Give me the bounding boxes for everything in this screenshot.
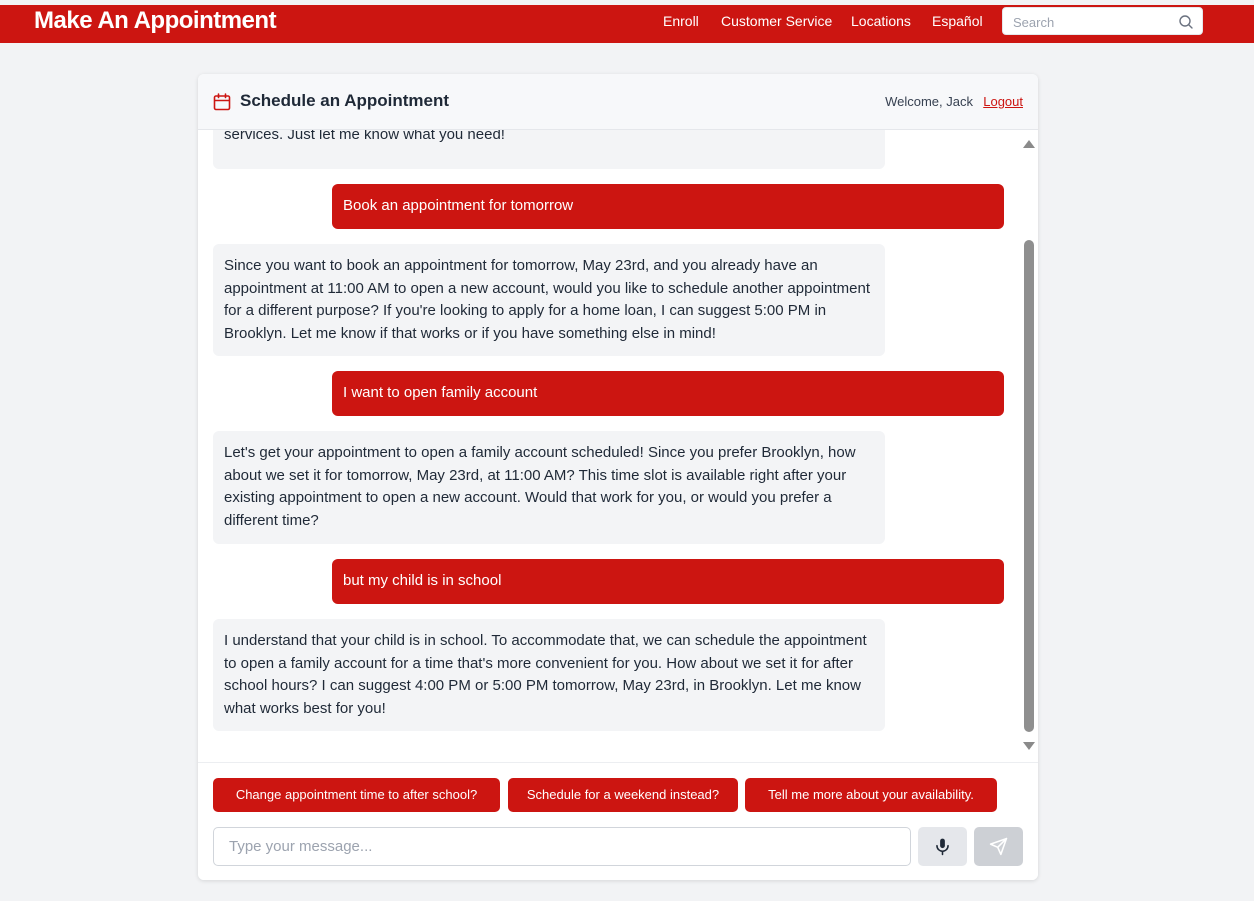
nav-enroll[interactable]: Enroll	[663, 13, 699, 29]
card-header: Schedule an Appointment Welcome, Jack Lo…	[198, 74, 1038, 130]
nav-customer-service[interactable]: Customer Service	[721, 13, 832, 29]
suggestion-weekend-button[interactable]: Schedule for a weekend instead?	[508, 778, 738, 812]
message-input[interactable]	[213, 827, 911, 866]
user-message-text: I want to open family account	[343, 384, 538, 401]
bot-message-text: Since you want to book an appointment fo…	[224, 257, 870, 342]
chat-history[interactable]: services. Just let me know what you need…	[198, 130, 1038, 762]
bot-message-text: Let's get your appointment to open a fam…	[224, 444, 856, 529]
user-message-text: Book an appointment for tomorrow	[343, 197, 574, 214]
page-title: Schedule an Appointment	[240, 91, 450, 110]
nav-espanol[interactable]: Español	[932, 13, 983, 29]
microphone-icon	[936, 838, 949, 856]
bot-message-text: services. Just let me know what you need…	[224, 130, 505, 143]
microphone-button[interactable]	[918, 827, 967, 866]
user-message: I want to open family account	[332, 371, 1004, 416]
bot-message-text: I understand that your child is in schoo…	[224, 632, 867, 717]
suggestion-after-school-button[interactable]: Change appointment time to after school?	[213, 778, 500, 812]
bot-message: I understand that your child is in schoo…	[213, 619, 885, 731]
user-message: but my child is in school	[332, 559, 1004, 604]
logout-link[interactable]: Logout	[983, 94, 1023, 109]
search-input[interactable]	[1013, 12, 1173, 32]
chat-composer: Change appointment time to after school?…	[198, 762, 1038, 880]
send-icon	[989, 837, 1008, 856]
bot-message: services. Just let me know what you need…	[213, 130, 885, 169]
calendar-icon	[213, 93, 231, 111]
user-message: Book an appointment for tomorrow	[332, 184, 1004, 229]
user-message-text: but my child is in school	[343, 572, 502, 589]
chat-scrollbar-thumb[interactable]	[1024, 240, 1034, 732]
scroll-up-arrow-icon[interactable]	[1023, 140, 1035, 148]
bot-message: Since you want to book an appointment fo…	[213, 244, 885, 356]
bot-message: Let's get your appointment to open a fam…	[213, 431, 885, 544]
welcome-text: Welcome, Jack	[885, 94, 973, 109]
search-icon[interactable]	[1178, 14, 1194, 30]
scroll-down-arrow-icon[interactable]	[1023, 742, 1035, 750]
brand-title[interactable]: Make An Appointment	[34, 6, 277, 36]
nav-locations[interactable]: Locations	[851, 13, 911, 29]
search-box	[1002, 7, 1203, 35]
top-navigation-bar: Make An Appointment Enroll Customer Serv…	[0, 5, 1254, 43]
suggestion-availability-button[interactable]: Tell me more about your availability.	[745, 778, 997, 812]
appointment-card: Schedule an Appointment Welcome, Jack Lo…	[198, 74, 1038, 880]
send-button[interactable]	[974, 827, 1023, 866]
